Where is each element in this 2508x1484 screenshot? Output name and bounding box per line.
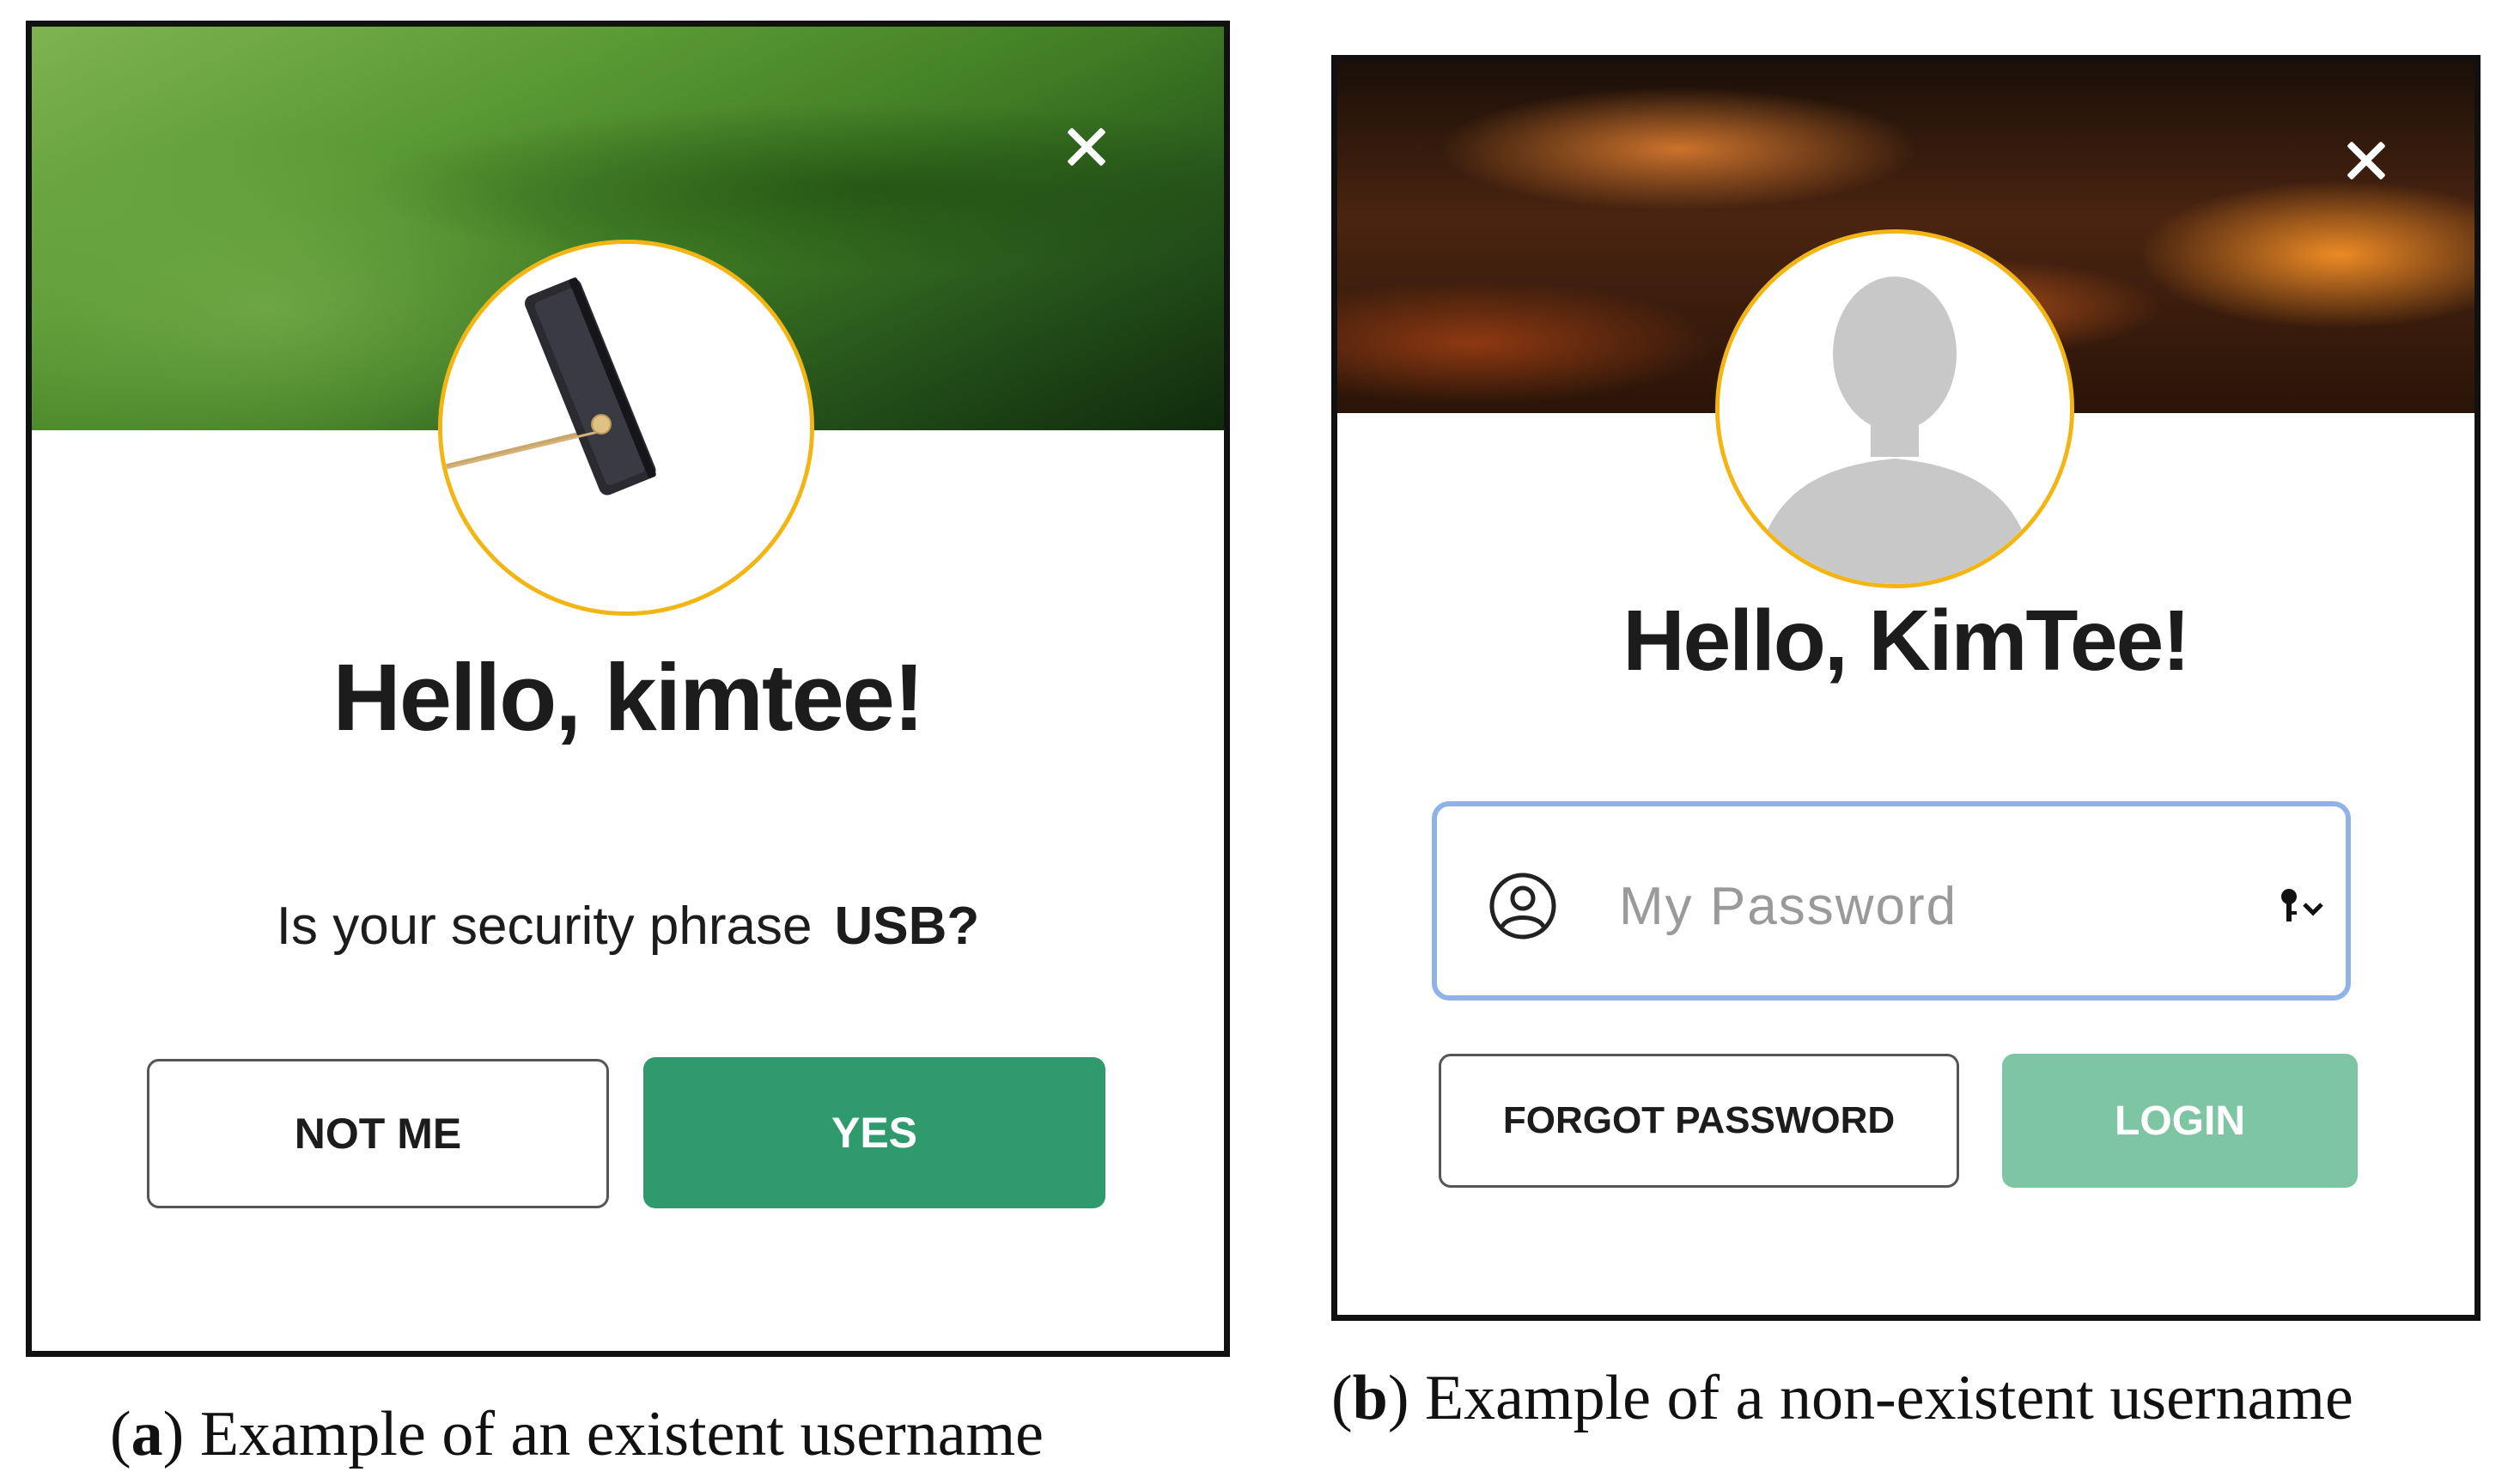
forgot-password-button[interactable]: FORGOT PASSWORD [1439,1054,1959,1188]
security-phrase: USB? [834,897,980,956]
close-icon[interactable] [1059,119,1114,174]
usb-drive-image [442,244,810,611]
avatar-usb [438,240,814,616]
user-circle-icon [1489,873,1556,940]
greeting-heading: Hello, KimTee! [1622,593,2190,689]
caption-a-letter: a [131,1399,163,1469]
caption-b-letter: b [1352,1363,1388,1433]
close-icon[interactable] [2339,133,2394,188]
security-question-text: Is your security phrase [276,897,813,956]
caption-a-text: Example of an existent username [199,1399,1044,1469]
yes-button[interactable]: YES [643,1057,1105,1208]
login-card-existent-user: Hello, kimtee! Is your security phrase US… [26,21,1230,1357]
password-input[interactable] [1617,858,2222,954]
password-field-container[interactable] [1432,801,2351,1000]
caption-b: (b) Example of a non-existent username [1331,1363,2353,1433]
avatar-default [1715,229,2074,588]
greeting-heading: Hello, kimtee! [332,645,924,751]
caption-a: (a) Example of an existent username [110,1399,1044,1469]
security-question: Is your security phrase USB? [32,896,1224,957]
login-card-nonexistent-user: Hello, KimTee! FORGOT PASSWORD LOGIN [1331,55,2481,1321]
key-dropdown-icon[interactable] [2279,885,2328,927]
person-silhouette-icon [1720,234,2070,584]
caption-b-text: Example of a non-existent username [1424,1363,2353,1433]
not-me-button[interactable]: NOT ME [147,1059,609,1208]
login-button[interactable]: LOGIN [2002,1054,2358,1188]
